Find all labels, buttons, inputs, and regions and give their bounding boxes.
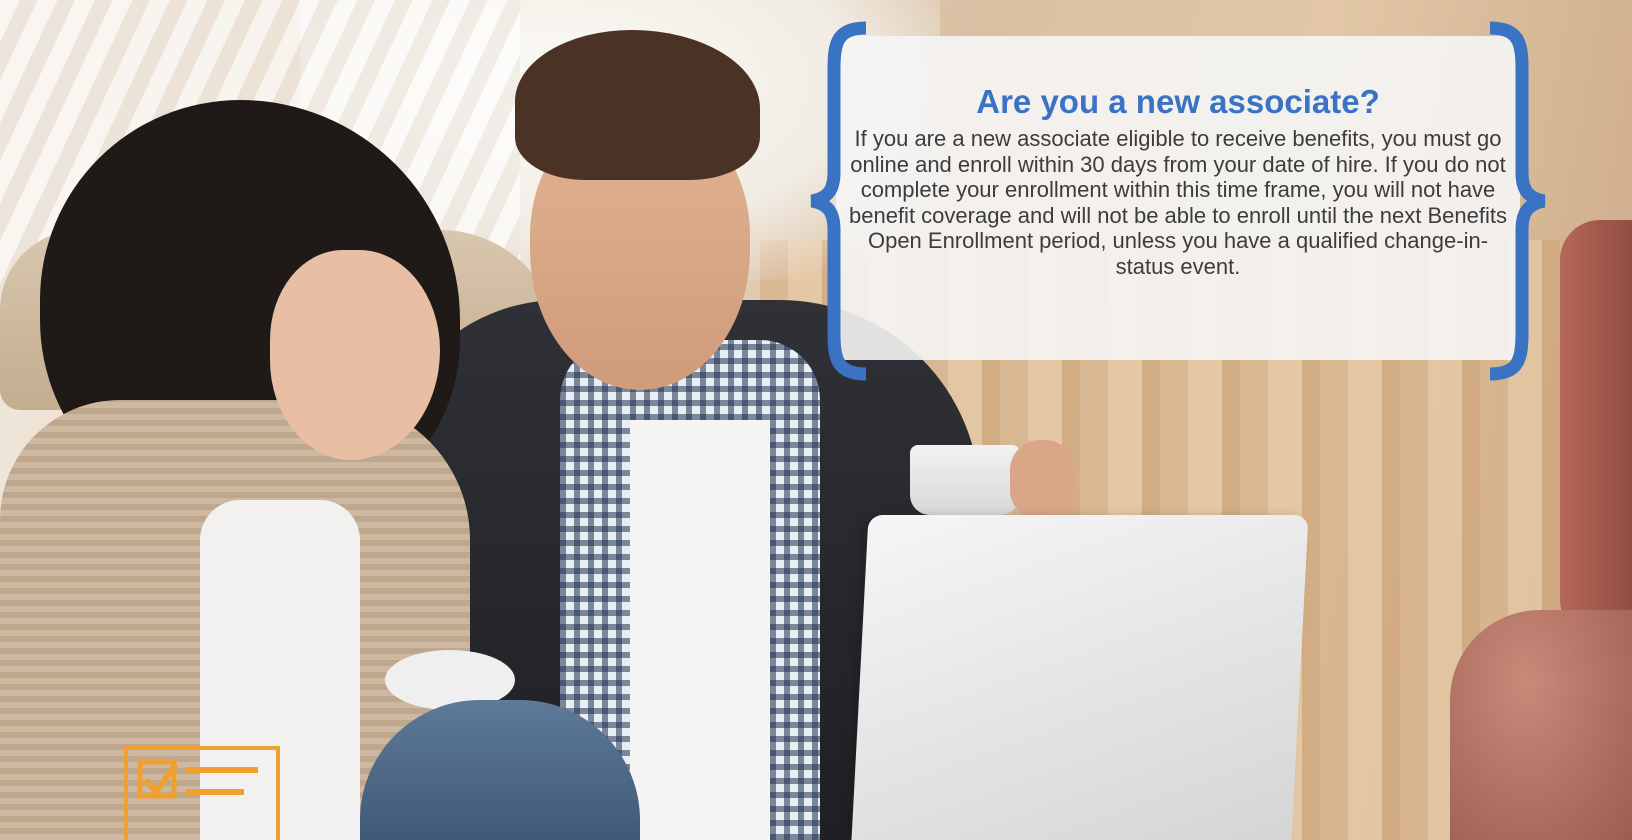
callout-title: Are you a new associate?: [976, 83, 1380, 120]
checklist-icon: [124, 746, 280, 840]
mug: [910, 445, 1020, 515]
callout-content: Are you a new associate? If you are a ne…: [844, 82, 1512, 279]
new-associate-callout: Are you a new associate? If you are a ne…: [808, 21, 1548, 381]
page: Are you a new associate? If you are a ne…: [0, 0, 1632, 840]
armchair: [1450, 610, 1632, 840]
hand: [1010, 440, 1075, 520]
armchair-back: [1560, 220, 1632, 640]
laptop: [851, 515, 1309, 840]
man-tee: [630, 420, 770, 840]
callout-body: If you are a new associate eligible to r…: [849, 126, 1507, 279]
